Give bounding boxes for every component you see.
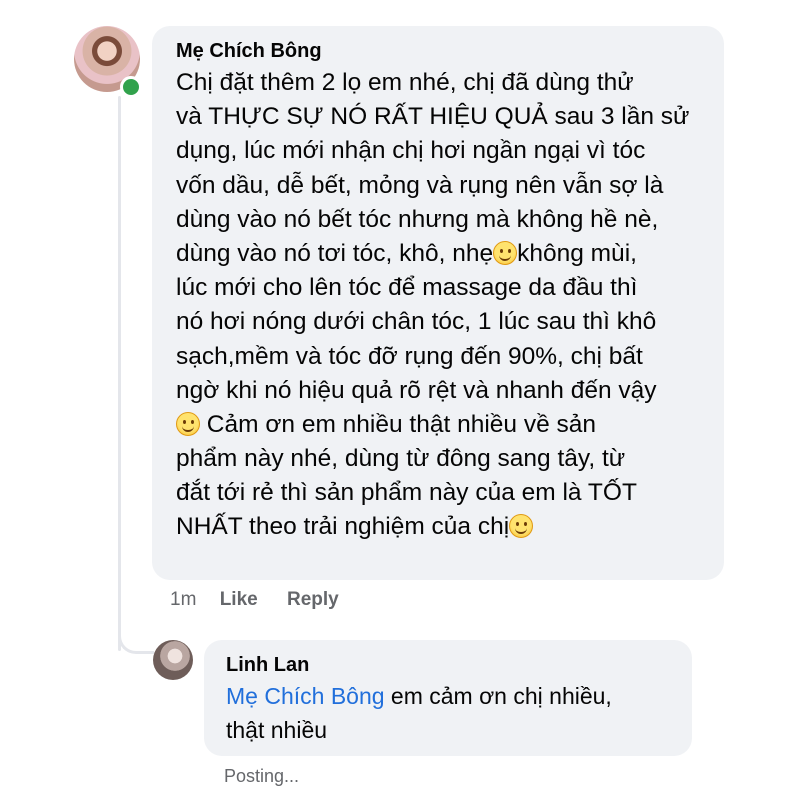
- smiling-face-emoji-icon: [509, 514, 534, 539]
- smiling-face-emoji-icon: [493, 240, 518, 265]
- comment-line: ngờ khi nó hiệu quả rõ rệt và nhanh đến …: [176, 376, 657, 404]
- comment-line-part: NHẤT theo trải nghiệm của chị: [176, 513, 510, 541]
- comment-line-part: không mùi,: [517, 239, 637, 267]
- comment-line: vốn dầu, dễ bết, mỏng và rụng nên vẫn sợ…: [176, 171, 664, 199]
- reply-author-avatar[interactable]: [153, 640, 193, 680]
- comment-actions: 1m Like Reply: [170, 589, 339, 611]
- reply-author-name[interactable]: Linh Lan: [226, 654, 309, 677]
- comment-line: NHẤT theo trải nghiệm của chị: [176, 510, 689, 544]
- reply-line: Mẹ Chích Bông em cảm ơn chị nhiều,: [226, 679, 612, 713]
- mention-link[interactable]: Mẹ Chích Bông: [226, 683, 385, 709]
- comment-body: Chị đặt thêm 2 lọ em nhé, chị đã dùng th…: [176, 66, 689, 545]
- smiling-face-emoji-icon: [176, 411, 200, 436]
- reply-line: thật nhiều: [226, 717, 328, 743]
- comment-line: Cảm ơn em nhiều thật nhiều về sản: [176, 408, 689, 442]
- comment-line: Chị đặt thêm 2 lọ em nhé, chị đã dùng th…: [176, 69, 634, 96]
- reply-button[interactable]: Reply: [287, 589, 339, 611]
- online-status-icon: [120, 76, 142, 98]
- comment-line-part: dùng vào nó tơi tóc, khô, nhẹ: [176, 239, 494, 267]
- comment-line: sạch,mềm và tóc đỡ rụng đến 90%, chị bất: [176, 342, 643, 370]
- comment-author-name[interactable]: Mẹ Chích Bông: [176, 40, 322, 63]
- comment-line: đắt tới rẻ thì sản phẩm này của em là TỐ…: [176, 479, 637, 507]
- thread-connector-line: [118, 96, 121, 651]
- comment-line: phẩm này nhé, dùng từ đông sang tây, từ: [176, 445, 626, 473]
- comment-line: dụng, lúc mới nhận chị hơi ngần ngại vì …: [176, 137, 646, 165]
- comment-line: nó hơi nóng dưới chân tóc, 1 lúc sau thì…: [176, 308, 657, 336]
- reply-body: Mẹ Chích Bông em cảm ơn chị nhiều, thật …: [226, 679, 612, 747]
- comment-line: dùng vào nó tơi tóc, khô, nhẹ không mùi,: [176, 237, 689, 271]
- comment-line: lúc mới cho lên tóc để massage da đầu th…: [176, 274, 638, 302]
- comment-timestamp[interactable]: 1m: [170, 589, 196, 611]
- comment-line: dùng vào nó bết tóc nhưng mà không hề nè…: [176, 205, 659, 233]
- thread-connector-curve: [118, 622, 154, 654]
- like-button[interactable]: Like: [220, 589, 258, 611]
- posting-status: Posting...: [224, 766, 300, 786]
- comment-line-part: Cảm ơn em nhiều thật nhiều về sản: [200, 410, 597, 438]
- comment-line: và THỰC SỰ NÓ RẤT HIỆU QUẢ sau 3 lần sử: [176, 103, 690, 131]
- reply-text: em cảm ơn chị nhiều,: [384, 683, 612, 709]
